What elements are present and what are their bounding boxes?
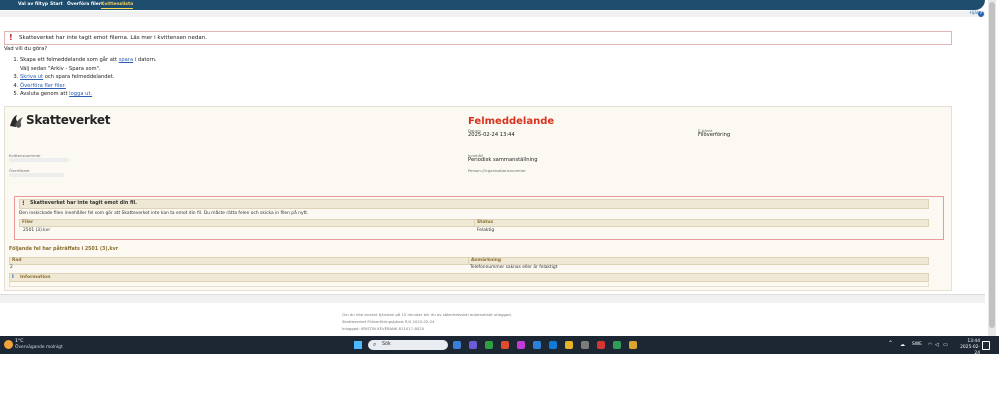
taskbar-app-icon[interactable] [485, 341, 493, 349]
taskbar [0, 336, 999, 354]
error-description: Den inskickade filen innehåller fel som … [19, 211, 309, 216]
error-box: ! Skatteverket har inte tagit emot din f… [14, 196, 944, 240]
exclamation-icon: ! [22, 200, 25, 207]
logo-text: Skatteverket [26, 113, 111, 127]
footer: Om du inte använt tjänsten på 15 minuter… [342, 311, 512, 332]
skatteverket-logo-icon [10, 115, 23, 128]
redacted-value [9, 158, 69, 162]
taskbar-app-icon[interactable] [469, 341, 477, 349]
tab-start[interactable]: Start [50, 1, 63, 8]
steps-list: Skapa ett felmeddelande som går att spar… [8, 56, 157, 99]
taskbar-app-icon[interactable] [453, 341, 461, 349]
save-link[interactable]: spara [119, 57, 134, 63]
innehall-value: Periodisk sammanställning [468, 157, 538, 163]
error-alert: ! Skatteverket har inte tagit emot filer… [4, 31, 952, 45]
taskbar-app-icon[interactable] [597, 341, 605, 349]
page-scrollbar[interactable] [988, 0, 996, 336]
datum-value: 2025-02-24 13:44 [468, 132, 515, 138]
chevron-up-icon[interactable]: ⌃ [888, 340, 893, 347]
weather-icon[interactable] [4, 340, 13, 349]
footer-line: Skatteverket Filöverföringstjänst R/4 20… [342, 319, 435, 324]
search-placeholder: Sök [382, 342, 391, 347]
file-status: Felaktig [477, 228, 495, 233]
col-header-rad: Rad [9, 257, 470, 265]
error-row-anmarkning: Telefonnummer saknas eller är felaktigt [470, 265, 558, 270]
volume-icon[interactable]: ◁ [935, 342, 939, 348]
information-title: Information [20, 275, 51, 280]
clock[interactable]: 13:44 2025-02-24 [956, 339, 980, 357]
step-item: Avsluta genom att logga ut. [20, 90, 157, 99]
tab-overfora-filer[interactable]: Överföra filer [67, 1, 101, 8]
cloud-icon[interactable]: ☁ [900, 342, 905, 348]
weather-temp[interactable]: 1°C [15, 339, 23, 344]
footer-line: Inloggad: KRISTIN KEVÉRANK 811017-8020 [342, 326, 425, 331]
taskbar-app-icon[interactable] [581, 341, 589, 349]
top-navigation: Val av filtyp Start Överföra filer Kvitt… [0, 0, 985, 10]
taskbar-app-icon[interactable] [549, 341, 557, 349]
error-row-rad: 2 [10, 265, 13, 270]
taskbar-app-icon[interactable] [613, 341, 621, 349]
etjanst-value: Filöverföring [698, 132, 731, 138]
clock-date: 2025-02-24 [960, 345, 980, 356]
col-header-status: Status [474, 219, 929, 227]
file-name: 2501 (3).kvr [23, 228, 51, 233]
person-label: Person-/Organisationsnummer [468, 168, 526, 173]
footer-line: Om du inte använt tjänsten på 15 minuter… [342, 312, 512, 317]
tab-val-av-filtyp[interactable]: Val av filtyp [18, 1, 48, 8]
taskbar-app-icon[interactable] [533, 341, 541, 349]
grey-band [0, 295, 985, 303]
info-icon: i [12, 274, 14, 280]
errors-title: Följande fel har påträffats i 2501 (3).k… [9, 247, 119, 252]
col-header-filer: Filer [19, 219, 476, 227]
print-link[interactable]: Skriva ut [20, 74, 43, 80]
help-icon[interactable]: ? [978, 11, 984, 17]
error-header: ! Skatteverket har inte tagit emot din f… [19, 199, 929, 209]
sub-bar [0, 11, 985, 17]
error-title: Skatteverket har inte tagit emot din fil… [30, 201, 137, 206]
taskbar-app-icon[interactable] [517, 341, 525, 349]
wifi-icon[interactable]: ◠ [928, 342, 932, 348]
taskbar-search[interactable]: ⌕ Sök [368, 340, 448, 350]
exclamation-icon: ! [9, 33, 13, 42]
alert-text: Skatteverket har inte tagit emot filerna… [19, 35, 208, 41]
logout-link[interactable]: logga ut. [69, 91, 92, 97]
step-item: Skriva ut och spara felmeddelandet. [20, 73, 157, 82]
search-icon: ⌕ [373, 341, 377, 348]
tab-kvittenslista[interactable]: Kvittenslista [101, 1, 134, 9]
transfer-more-link[interactable]: Överföra fler filer. [20, 83, 66, 89]
taskbar-app-icon[interactable] [629, 341, 637, 349]
receipt-panel: Skatteverket Felmeddelande Datum 2025-02… [4, 106, 952, 291]
redacted-value [9, 173, 64, 177]
information-body [9, 281, 929, 287]
receipt-title: Felmeddelande [468, 116, 555, 127]
question-text: Vad vill du göra? [4, 46, 48, 52]
step-item: Skapa ett felmeddelande som går att spar… [20, 56, 157, 65]
windows-start-icon[interactable] [354, 341, 362, 349]
step-item: Överföra fler filer. [20, 82, 157, 91]
battery-icon[interactable]: ▭ [943, 342, 948, 348]
taskbar-app-icon[interactable] [501, 341, 509, 349]
notification-icon[interactable] [982, 341, 990, 350]
step-item: Välj sedan "Arkiv - Spara som". [20, 65, 101, 72]
language-indicator[interactable]: SWE [912, 342, 922, 347]
weather-description[interactable]: Övervägande molnigt [15, 345, 63, 350]
taskbar-app-icon[interactable] [565, 341, 573, 349]
scrollbar-thumb[interactable] [989, 2, 995, 328]
